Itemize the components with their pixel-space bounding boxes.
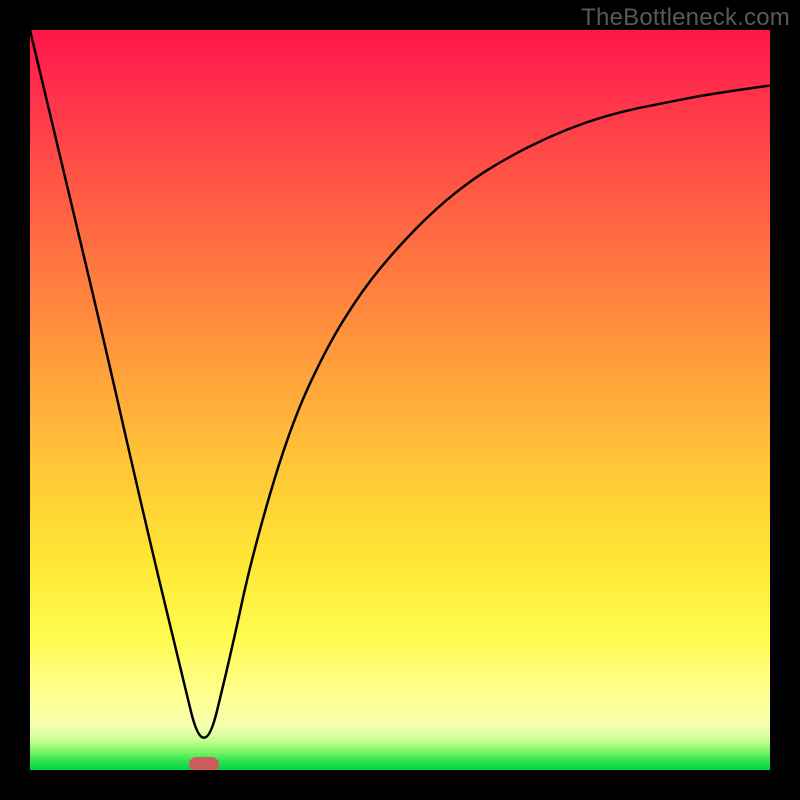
bottleneck-marker	[189, 757, 219, 770]
chart-frame: TheBottleneck.com	[0, 0, 800, 800]
watermark-text: TheBottleneck.com	[581, 4, 790, 32]
bottleneck-curve	[30, 30, 770, 770]
curve-path	[30, 30, 770, 738]
plot-area	[30, 30, 770, 770]
